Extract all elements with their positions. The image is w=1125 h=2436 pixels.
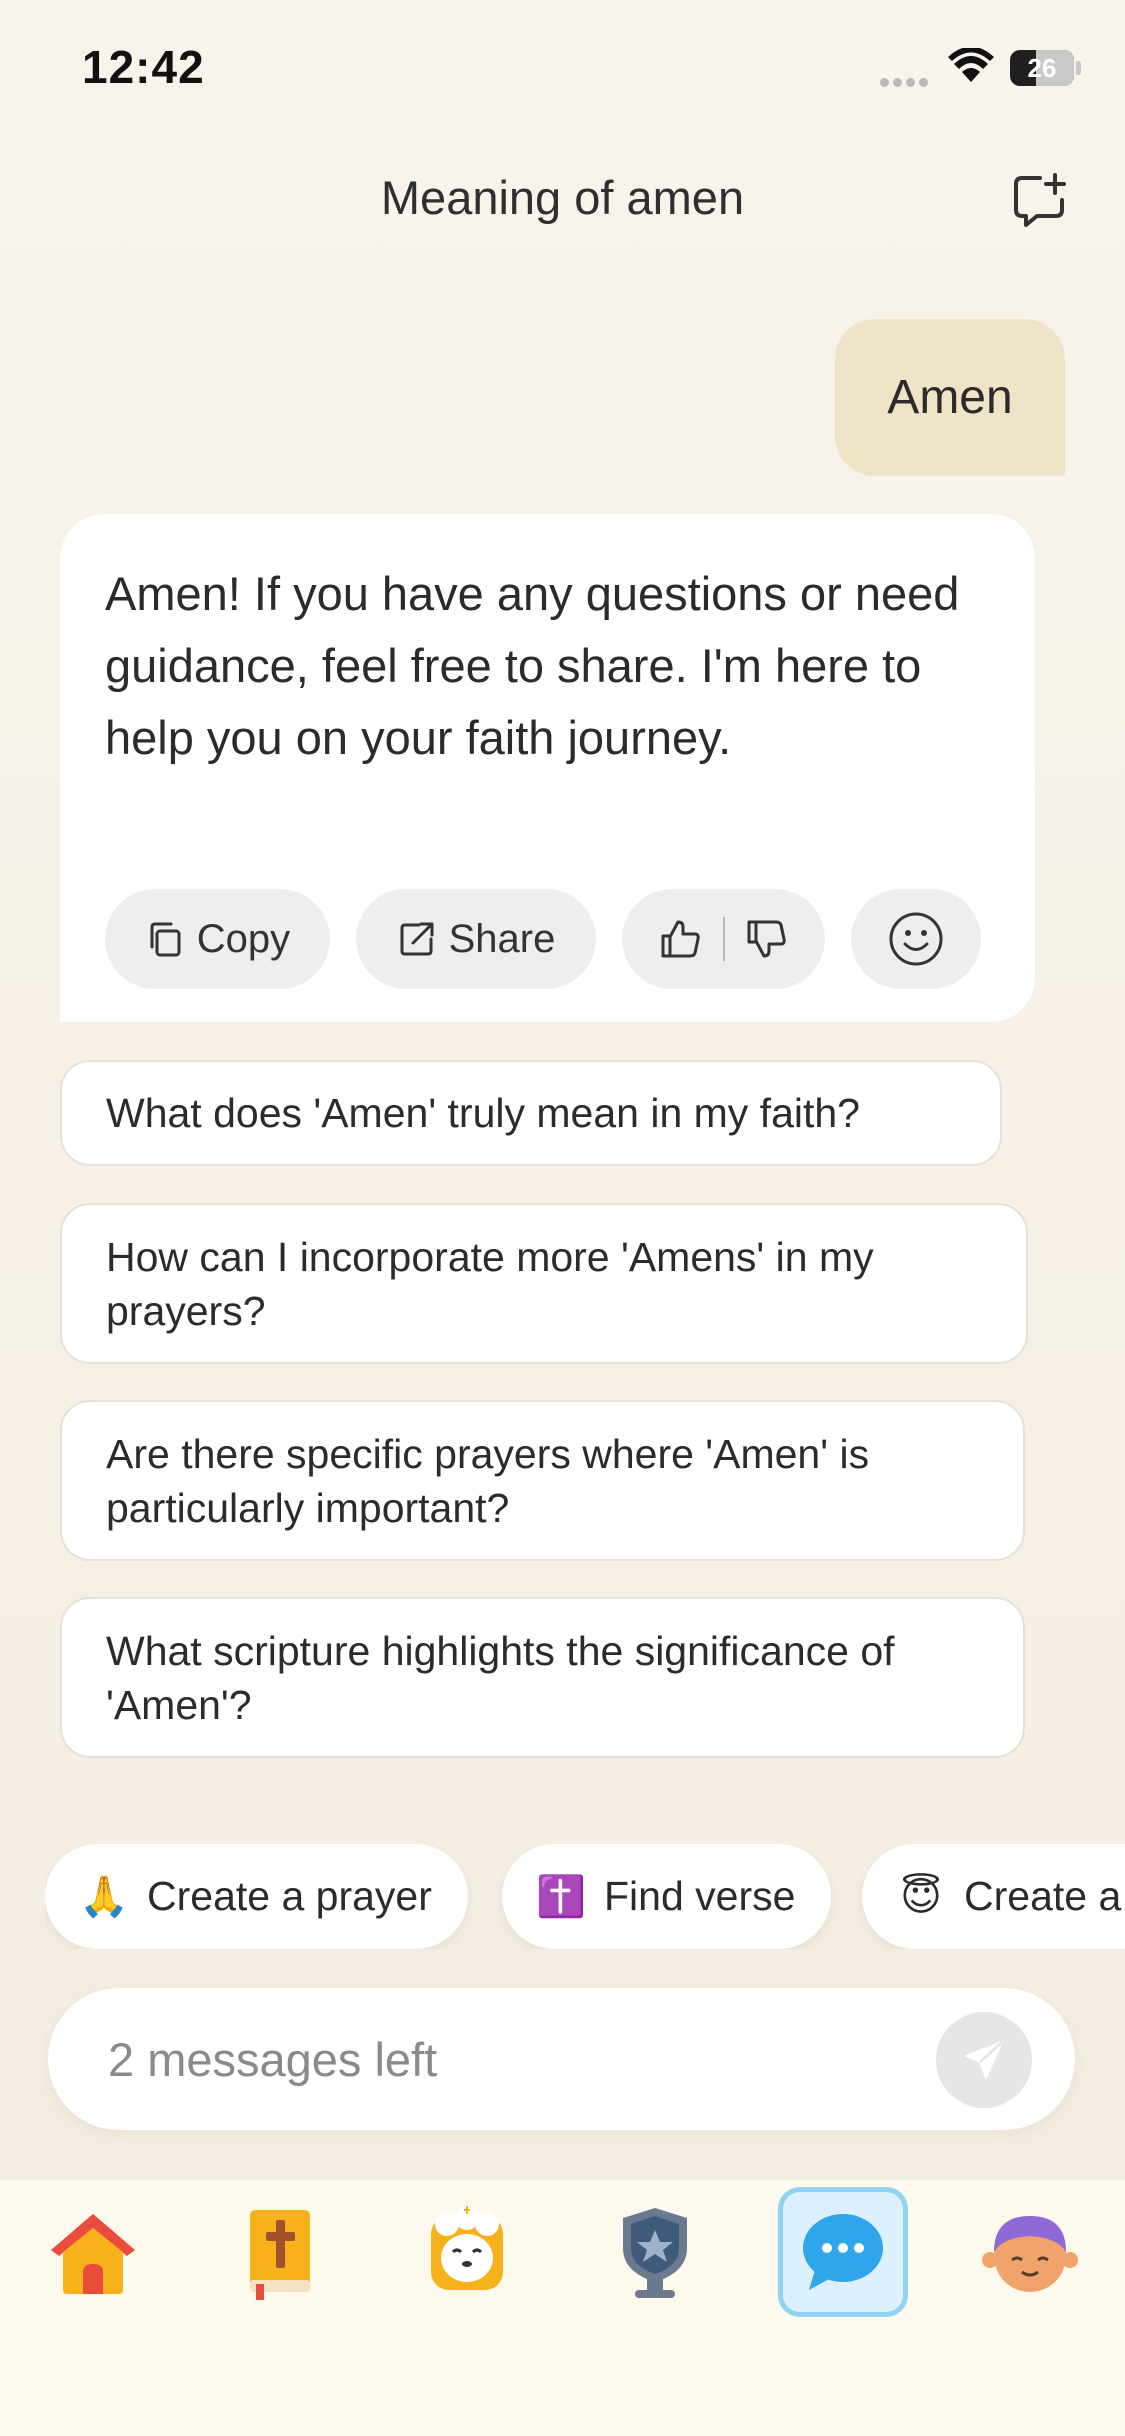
- send-button[interactable]: [936, 2012, 1032, 2108]
- feedback-group: [622, 889, 825, 989]
- status-time: 12:42: [82, 41, 205, 93]
- thumbs-up-icon[interactable]: [659, 917, 703, 961]
- new-chat-button[interactable]: [1010, 170, 1070, 230]
- nav-mascot[interactable]: [402, 2187, 532, 2317]
- share-icon: [400, 922, 434, 956]
- cross-icon: ✝️: [536, 1875, 586, 1919]
- battery-tip: [1076, 61, 1081, 75]
- chip-label: Find verse: [604, 1873, 796, 1919]
- battery-icon: 26: [1010, 50, 1074, 86]
- lamb-mascot-icon: [431, 2206, 503, 2290]
- suggestion-chip[interactable]: How can I incorporate more 'Amens' in my…: [60, 1203, 1028, 1364]
- share-label: Share: [448, 916, 556, 961]
- suggestion-text: What does 'Amen' truly mean in my faith?: [106, 1090, 860, 1136]
- bible-icon: [250, 2210, 310, 2300]
- smiley-icon: [889, 912, 943, 966]
- profile-avatar-icon: [982, 2216, 1078, 2292]
- suggestion-chip[interactable]: Are there specific prayers where 'Amen' …: [60, 1400, 1025, 1561]
- home-icon: [51, 2214, 135, 2294]
- chip-label: Create a: [964, 1873, 1122, 1919]
- battery-level: 26: [1027, 53, 1057, 83]
- page-title: Meaning of amen: [380, 171, 745, 224]
- new-chat-icon: [1014, 173, 1066, 227]
- wifi-icon: [948, 46, 994, 89]
- chat-bubble-icon: [803, 2214, 883, 2290]
- nav-profile[interactable]: [965, 2187, 1095, 2317]
- shield-badge-icon: [623, 2208, 687, 2298]
- angel-face-icon: 😇: [900, 1874, 942, 1919]
- user-message-text: Amen: [887, 371, 1013, 424]
- suggestion-text: Are there specific prayers where 'Amen' …: [106, 1430, 870, 1531]
- copy-icon: [150, 922, 181, 957]
- bottom-nav: [0, 2180, 1125, 2436]
- feedback-divider: [722, 917, 725, 961]
- copy-button[interactable]: Copy: [105, 889, 330, 989]
- nav-bible[interactable]: [215, 2187, 345, 2317]
- quick-actions-row: 🙏 Create a prayer ✝️ Find verse 😇 Create…: [45, 1844, 1125, 1949]
- thumbs-down-icon[interactable]: [745, 917, 789, 961]
- nav-achievements[interactable]: [590, 2187, 720, 2317]
- nav-home[interactable]: [28, 2187, 158, 2317]
- nav-chat[interactable]: [778, 2187, 908, 2317]
- message-composer: [48, 1988, 1075, 2130]
- suggestion-text: How can I incorporate more 'Amens' in my…: [106, 1233, 874, 1334]
- share-button[interactable]: Share: [356, 889, 596, 989]
- suggestion-text: What scripture highlights the significan…: [106, 1627, 895, 1728]
- signal-dots-icon: [880, 74, 932, 92]
- suggestion-chip[interactable]: What does 'Amen' truly mean in my faith?: [60, 1060, 1002, 1166]
- create-prayer-chip[interactable]: 🙏 Create a prayer: [45, 1844, 468, 1949]
- message-actions: Copy Share: [105, 889, 981, 989]
- user-message-bubble: Amen: [835, 319, 1065, 476]
- find-verse-chip[interactable]: ✝️ Find verse: [502, 1844, 832, 1949]
- suggestion-chip[interactable]: What scripture highlights the significan…: [60, 1597, 1025, 1758]
- send-icon: [965, 2040, 1004, 2079]
- copy-label: Copy: [196, 916, 291, 961]
- message-input[interactable]: [108, 1988, 908, 2130]
- reaction-button[interactable]: [851, 889, 981, 989]
- assistant-message-card: Amen! If you have any questions or need …: [60, 514, 1035, 1022]
- create-chip[interactable]: 😇 Create a: [862, 1844, 1125, 1949]
- status-bar: 12:42 26: [0, 0, 1125, 140]
- chip-label: Create a prayer: [147, 1873, 432, 1919]
- assistant-message-text: Amen! If you have any questions or need …: [105, 567, 960, 764]
- praying-hands-icon: 🙏: [79, 1875, 129, 1919]
